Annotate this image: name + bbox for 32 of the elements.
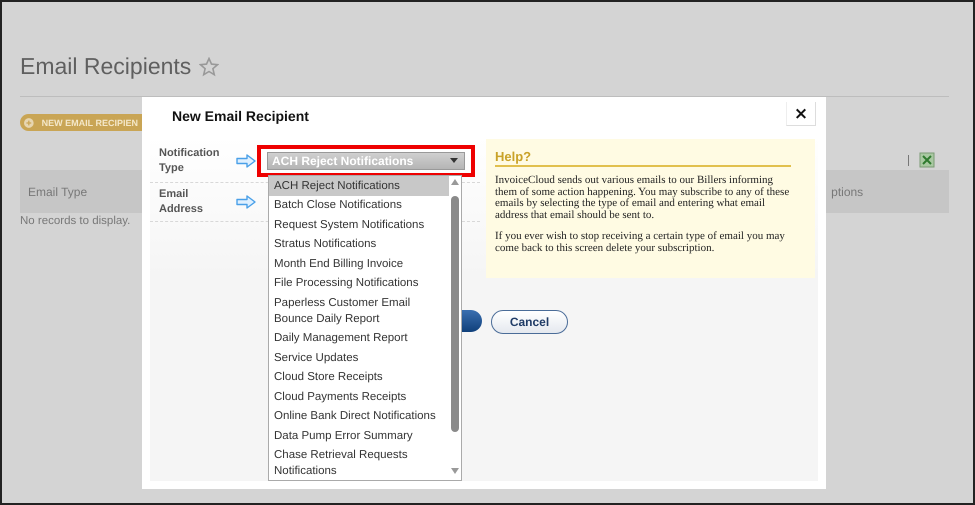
- column-header: Email Type: [27, 184, 88, 198]
- dropdown-option[interactable]: Chase Retrieval Requests Notifications: [269, 446, 449, 481]
- field-label: Email Address: [159, 187, 204, 217]
- dropdown-option[interactable]: ACH Reject Notifications: [269, 176, 449, 196]
- help-text: InvoiceCloud sends out various emails to our Billers informing them of some action happening. You may subscribe to any of these emails by selecting the type of email and entering what email address that email should be sent to.: [495, 175, 790, 221]
- arrow-icon: [236, 195, 256, 209]
- help-text: If you ever wish to stop receiving a certain type of email you may come back to this screen delete your subscription.: [495, 231, 786, 254]
- dropdown-option[interactable]: Daily Management Report: [269, 328, 449, 348]
- dialog-title: New Email Recipient: [172, 108, 309, 124]
- dropdown-option[interactable]: Data Pump Error Summary: [269, 426, 449, 446]
- dropdown-option[interactable]: File Processing Notifications: [269, 274, 449, 293]
- star-icon[interactable]: [199, 57, 220, 77]
- empty-message: No records to display.: [20, 215, 130, 227]
- dropdown-option[interactable]: Cloud Payments Receipts: [269, 387, 449, 406]
- dropdown-option[interactable]: Service Updates: [269, 348, 449, 368]
- dropdown-option[interactable]: Batch Close Notifications: [269, 196, 449, 215]
- plus-icon: [24, 116, 34, 128]
- column-header: ptions: [831, 184, 864, 198]
- page-title: Email Recipients: [20, 52, 192, 80]
- close-button[interactable]: ×: [786, 102, 816, 126]
- dropdown-option[interactable]: Paperless Customer Email Bounce Daily Report: [269, 293, 449, 328]
- dropdown-option[interactable]: Month End Billing Invoice: [269, 254, 449, 274]
- dropdown-option[interactable]: Online Bank Direct Notifications: [269, 406, 449, 426]
- help-title: Help?: [495, 149, 791, 167]
- cancel-button[interactable]: Cancel: [491, 310, 568, 334]
- caret-icon: [450, 158, 458, 163]
- dropdown-option[interactable]: Cloud Store Receipts: [269, 368, 449, 387]
- dropdown-option[interactable]: Request System Notifications: [269, 215, 449, 234]
- field-label: Notification Type: [159, 146, 220, 176]
- spreadsheet-icon[interactable]: [919, 152, 935, 168]
- dropdown-option[interactable]: Stratus Notifications: [269, 234, 449, 254]
- arrow-icon: [236, 154, 256, 168]
